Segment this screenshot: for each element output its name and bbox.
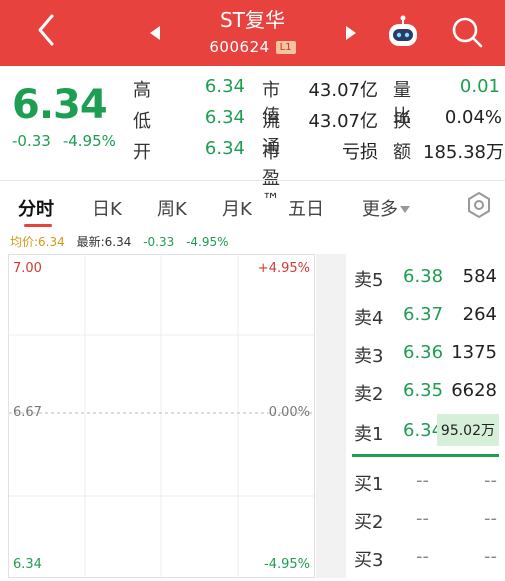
open-label: 开 [133,142,151,163]
tab-weekly-k[interactable]: 周K [157,195,187,221]
stock-header: ST复华 600624 L1 [0,0,505,66]
tab-five-day-label: 五日 [288,199,324,220]
float-cap-value: 43.07亿 [308,111,378,132]
ask-volume: 6628 [451,380,497,401]
change-percent: -4.95% [62,132,116,150]
high-value: 6.34 [204,76,245,97]
tab-daily-k[interactable]: 日K [92,195,122,221]
tab-more-label: 更多 [362,199,398,220]
bid-price: -- [416,546,429,567]
avg-price: 均价:6.34 [10,235,65,249]
market-cap-value: 43.07亿 [308,80,378,101]
amount-label: 额 [393,142,411,163]
quote-panel: 6.34 -0.33 -4.95% 高 6.34 市值 43.07亿 量比 0.0… [0,66,505,211]
ask-label: 卖3 [354,346,384,367]
high-label: 高 [133,80,151,101]
chart-max-price: 7.00 [13,261,42,276]
price-change: -0.33 -4.95% [12,132,116,150]
search-icon[interactable] [450,15,484,49]
tab-more[interactable]: 更多 [362,195,410,221]
info-change-percent: -4.95% [186,235,229,249]
amount-value: 185.38万 [423,142,504,163]
chart-min-price: 6.34 [13,557,42,572]
ask-label: 卖4 [354,308,384,329]
chart-tabs: 分时 日K 周K 月K 五日 更多 [0,180,505,230]
pe-ratio-value: 亏损 [342,142,378,163]
ask-row: 卖4 6.37 264 [346,296,505,334]
bid-row: 买3 -- -- [346,538,505,576]
dropdown-caret-icon [400,206,410,213]
level-badge: L1 [275,41,296,54]
bid-label: 买3 [354,550,384,571]
chart-base-price: 6.67 [13,405,42,420]
latest-price: 最新:6.34 [76,235,132,249]
ask-volume: 584 [462,266,497,287]
bid-volume: -- [484,508,497,529]
ask-price: 6.36 [403,342,444,363]
ask-label: 卖1 [354,424,384,445]
turnover-label: 换 [393,111,411,132]
ask-volume: 1375 [451,342,497,363]
chart-max-percent: +4.95% [257,261,310,276]
settings-hex-icon[interactable] [464,190,494,220]
tab-intraday[interactable]: 分时 [18,195,54,221]
ask-volume: 264 [462,304,497,325]
bid-row: 买1 -- -- [346,462,505,500]
ask-price: 6.38 [403,266,444,287]
chart-min-percent: -4.95% [264,557,310,572]
ask-volume: 95.02万 [436,414,499,446]
chart-base-percent: 0.00% [268,405,310,420]
tab-monthly-k[interactable]: 月K [222,195,252,221]
stock-code-line: 600624 L1 [0,38,505,56]
chart-book-separator [316,254,346,578]
open-value: 6.34 [204,138,245,159]
active-tab-indicator [24,224,52,227]
stock-code: 600624 [209,38,270,56]
bid-row: 买2 -- -- [346,500,505,538]
ask-label: 卖5 [354,270,384,291]
ask-row: 卖2 6.35 6628 [346,372,505,410]
next-stock-icon[interactable] [346,26,356,40]
bid-label: 买1 [354,474,384,495]
ask-price: 6.35 [403,380,444,401]
ask-label: 卖2 [354,384,384,405]
tab-five-day[interactable]: 五日 [288,195,324,221]
order-book: 卖5 6.38 584 卖4 6.37 264 卖3 6.36 1375 卖2 … [346,254,505,581]
ask-row: 卖5 6.38 584 [346,258,505,296]
current-price: 6.34 [12,82,108,128]
info-change: -0.33 [143,235,175,249]
ask-price: 6.37 [403,304,444,325]
intraday-info: 均价:6.34 最新:6.34 -0.33 -4.95% [10,233,229,250]
bid-price: -- [416,508,429,529]
ask-row: 卖3 6.36 1375 [346,334,505,372]
volume-ratio-value: 0.01 [459,76,500,97]
robot-assistant-icon[interactable] [386,14,420,50]
low-value: 6.34 [204,107,245,128]
low-label: 低 [133,111,151,132]
intraday-chart[interactable]: 7.00 +4.95% 6.67 0.00% 6.34 -4.95% [8,254,315,578]
ask-bid-divider [352,454,499,457]
stock-name: ST复华 [220,8,285,32]
bid-price: -- [416,470,429,491]
bid-volume: -- [484,546,497,567]
ask-row: 卖1 6.34 95.02万 [346,412,505,450]
turnover-value: 0.04% [444,107,502,128]
change-value: -0.33 [12,132,51,150]
bid-volume: -- [484,470,497,491]
bid-label: 买2 [354,512,384,533]
